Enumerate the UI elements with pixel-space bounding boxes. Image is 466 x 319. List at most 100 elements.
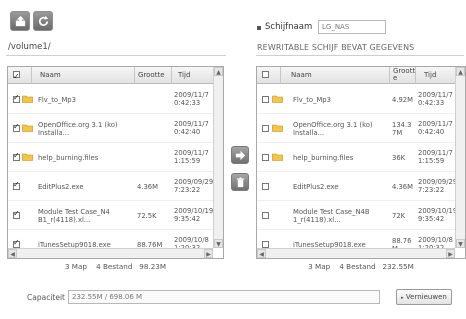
local-horizontal-scrollbar[interactable]: ◀ ▶: [8, 248, 213, 258]
local-file-row[interactable]: help_burning.files 2009/11/71:15:59: [8, 143, 213, 172]
refresh-button[interactable]: [33, 11, 53, 31]
row-date: 2009/10/19: [174, 207, 214, 215]
disc-select-all-checkbox[interactable]: [262, 71, 269, 78]
row-time: 2009/09/29 7:23:22: [418, 178, 458, 194]
refresh-disc-bullet-icon: ▸: [401, 295, 404, 301]
scroll-left-icon[interactable]: ◀: [8, 249, 17, 258]
row-time: 2009/10/19 9:35:42: [418, 207, 458, 223]
row-size-line1: 134.3: [392, 121, 412, 129]
disc-file-row[interactable]: Flv_to_Mp3 4.92M 2009/11/7 0:42:33: [257, 85, 455, 114]
capacity-field: 232.55M / 698.06 M: [68, 290, 380, 304]
current-path: /volume1/: [8, 42, 51, 52]
select-all-checkbox[interactable]: [13, 68, 20, 84]
disc-file-row[interactable]: Module Test Case_N4B 1_r(4118).xl... 72K 20…: [257, 201, 458, 230]
disc-file-row[interactable]: OpenOffice.org 3.1 (ko) Installa... 134.3 7…: [257, 114, 455, 143]
disc-horizontal-scrollbar[interactable]: ◀ ▶: [257, 248, 455, 258]
row-name: help_burning.files: [38, 154, 136, 162]
select-all-header[interactable]: [8, 67, 32, 84]
folder-icon: [22, 153, 33, 161]
disc-col-header-time[interactable]: Tijd: [416, 67, 457, 84]
disc-vertical-scrollbar[interactable]: ▲ ▼: [455, 67, 465, 248]
row-date: 2009/10/19: [418, 207, 458, 215]
row-checkbox[interactable]: [13, 238, 20, 248]
disc-file-count: 4 Bestand: [339, 262, 376, 271]
row-time: 2009/11/7 1:15:59: [174, 149, 214, 165]
disc-scroll-right-icon[interactable]: ▶: [446, 249, 455, 258]
row-checkbox[interactable]: [262, 241, 269, 248]
row-name-line1: Module Test Case_N4B: [293, 208, 370, 216]
row-clock: 0:42:40: [174, 128, 201, 136]
path-divider: [6, 55, 226, 56]
local-file-row[interactable]: Module Test Case_N4B1_r(4118).xl...72.5K…: [8, 201, 213, 230]
local-file-row[interactable]: EditPlus2.exe 4.36M 2009/09/297:23:22: [8, 172, 213, 201]
disc-scroll-up-icon[interactable]: ▲: [456, 67, 465, 76]
local-footer: 3 Map 4 Bestand 98.23M: [7, 262, 224, 271]
row-name: OpenOffice.org 3.1 (ko) Installa...: [38, 121, 136, 137]
disc-file-row[interactable]: EditPlus2.exe 4.36M 2009/09/29 7:23:22: [257, 172, 458, 201]
local-file-row[interactable]: Flv_to_Mp3 2009/11/70:42:33: [8, 85, 213, 114]
disc-total-size: 232.55M: [382, 262, 414, 271]
row-checkbox[interactable]: [13, 180, 20, 190]
scroll-down-icon[interactable]: ▼: [214, 239, 223, 248]
row-name: Flv_to_Mp3: [293, 96, 391, 104]
disc-scroll-left-icon[interactable]: ◀: [257, 249, 266, 258]
row-name-line1: EditPlus2.exe: [293, 183, 339, 191]
refresh-icon: [38, 15, 48, 26]
row-time: 2009/11/7 0:42:33: [418, 91, 458, 107]
row-size-line1: 72K: [392, 212, 406, 220]
row-time: 2009/10/19 9:35:42: [174, 207, 214, 223]
row-clock: 7:23:22: [174, 186, 201, 194]
row-name-line2: B1_r(4118).xl...: [38, 216, 91, 224]
row-checkbox[interactable]: [13, 122, 20, 132]
row-clock: 9:35:42: [418, 215, 445, 223]
local-table-header: Naam Grootte Tijd: [8, 67, 213, 84]
row-date: 2009/11/7: [174, 91, 209, 99]
row-name: help_burning.files: [293, 154, 391, 162]
col-header-size[interactable]: Grootte: [135, 67, 172, 84]
disc-scroll-down-icon[interactable]: ▼: [456, 239, 465, 248]
row-date: 2009/11/7: [418, 91, 453, 99]
disc-footer: 3 Map 4 Bestand 232.55M: [256, 262, 466, 271]
scroll-right-icon[interactable]: ▶: [204, 249, 213, 258]
folder-icon: [272, 95, 283, 103]
row-size: 134.3 7M: [392, 121, 416, 137]
row-clock: 0:42:33: [418, 99, 445, 107]
row-checkbox[interactable]: [262, 154, 269, 161]
row-checkbox[interactable]: [13, 93, 20, 103]
refresh-disc-label: Vernieuwen: [405, 293, 447, 301]
row-checkbox[interactable]: [262, 96, 269, 103]
row-name-line1: Flv_to_Mp3: [38, 96, 76, 104]
scroll-up-icon[interactable]: ▲: [214, 67, 223, 76]
row-clock: 1:15:59: [418, 157, 445, 165]
disc-name-field[interactable]: LG_NAS: [318, 20, 386, 34]
row-checkbox[interactable]: [262, 125, 269, 132]
local-vertical-scrollbar[interactable]: ▲ ▼: [213, 67, 223, 248]
row-clock: 9:35:42: [174, 215, 201, 223]
row-date: 2009/10/8: [174, 236, 209, 244]
row-name: EditPlus2.exe: [38, 183, 136, 191]
row-checkbox[interactable]: [262, 183, 269, 190]
row-size-line1: 88.76: [392, 237, 412, 245]
refresh-disc-button[interactable]: ▸ Vernieuwen: [396, 289, 452, 305]
delete-button[interactable]: [231, 173, 249, 191]
row-checkbox[interactable]: [262, 212, 269, 219]
col-header-name[interactable]: Naam: [32, 67, 135, 84]
local-file-row[interactable]: OpenOffice.org 3.1 (ko)Installa... 2009/1…: [8, 114, 213, 143]
row-checkbox[interactable]: [13, 209, 20, 219]
disc-select-all-header[interactable]: [257, 67, 281, 84]
disc-file-row[interactable]: help_burning.files 36K 2009/11/7 1:15:59: [257, 143, 455, 172]
col-header-time[interactable]: Tijd: [172, 67, 215, 84]
disc-file-panel: Naam Groott e Tijd Flv_to_Mp3 4.92M 2009/1…: [256, 66, 466, 259]
disc-col-header-size[interactable]: Groott e: [390, 67, 416, 84]
row-time: 2009/11/7 0:42:33: [174, 91, 214, 107]
disc-bullet: [257, 26, 261, 30]
copy-to-disc-button[interactable]: [231, 146, 249, 164]
row-name-line2: Installa...: [38, 129, 70, 137]
export-button[interactable]: [10, 11, 30, 31]
row-checkbox[interactable]: [13, 151, 20, 161]
row-date: 2009/09/29: [418, 178, 458, 186]
row-clock: 1:15:59: [174, 157, 201, 165]
disc-map-count: 3 Map: [308, 262, 331, 271]
disc-col-header-name[interactable]: Naam: [281, 67, 390, 84]
export-icon: [15, 15, 25, 26]
